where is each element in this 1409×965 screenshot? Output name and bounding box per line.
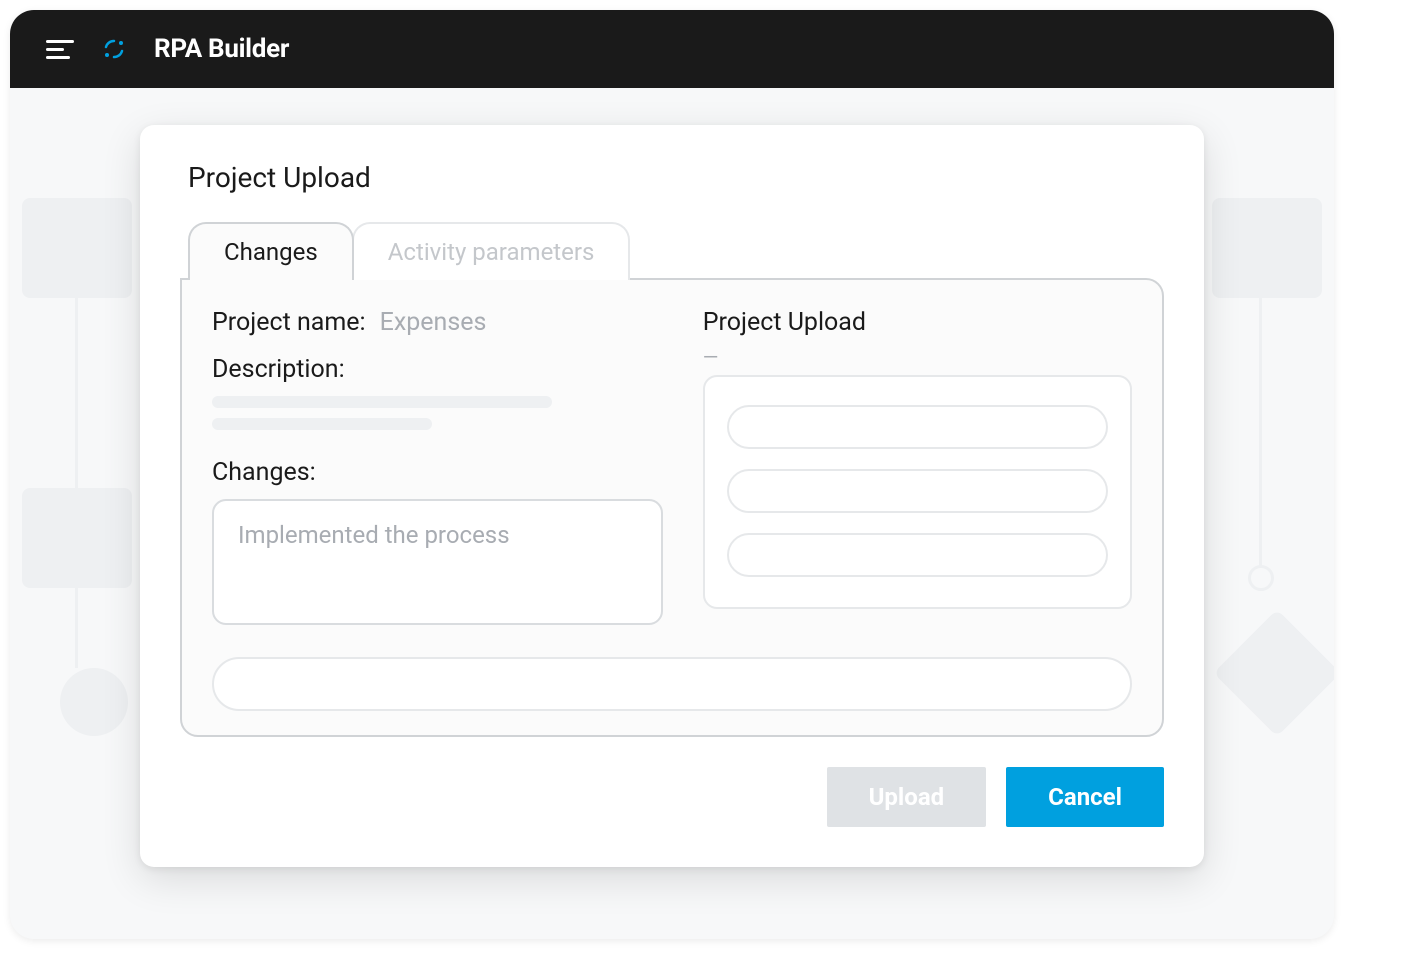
tab-changes[interactable]: Changes — [188, 222, 354, 280]
upload-button[interactable]: Upload — [827, 767, 987, 827]
description-placeholder-line — [212, 418, 432, 430]
comment-field[interactable] — [212, 657, 1132, 711]
upload-list-panel — [703, 375, 1132, 609]
bg-circle-icon — [1248, 565, 1274, 591]
right-column: Project Upload — — [703, 308, 1132, 629]
project-name-value: Expenses — [380, 308, 487, 337]
header-bar: RPA Builder — [10, 10, 1334, 88]
bg-node-icon — [22, 198, 132, 298]
bg-end-node-icon — [60, 668, 128, 736]
description-placeholder-line — [212, 396, 552, 408]
upload-item-field[interactable] — [727, 405, 1108, 449]
tab-activity-parameters[interactable]: Activity parameters — [352, 222, 631, 280]
project-name-label: Project name: — [212, 308, 366, 337]
upload-item-field[interactable] — [727, 469, 1108, 513]
cancel-button[interactable]: Cancel — [1006, 767, 1164, 827]
project-upload-dialog: Project Upload Changes Activity paramete… — [140, 125, 1204, 867]
tab-bar: Changes Activity parameters — [180, 222, 1164, 280]
bg-connector-icon — [75, 298, 78, 488]
bg-node-icon — [1212, 198, 1322, 298]
dialog-title: Project Upload — [180, 161, 1164, 194]
app-window: RPA Builder Project Upload Changes Activ… — [10, 10, 1334, 939]
changes-label: Changes: — [212, 458, 663, 487]
bg-connector-icon — [75, 588, 78, 668]
changes-textarea[interactable] — [212, 499, 663, 625]
tab-content: Project name: Expenses Description: Chan… — [180, 278, 1164, 737]
logo-icon — [102, 37, 126, 61]
right-panel-heading: Project Upload — [703, 308, 866, 337]
app-title: RPA Builder — [154, 34, 289, 64]
dash-separator-icon: — — [703, 345, 1132, 369]
left-column: Project name: Expenses Description: Chan… — [212, 308, 663, 629]
description-label: Description: — [212, 355, 663, 384]
upload-item-field[interactable] — [727, 533, 1108, 577]
bg-decision-node-icon — [1213, 609, 1334, 736]
menu-icon[interactable] — [46, 40, 74, 59]
dialog-button-row: Upload Cancel — [180, 767, 1164, 827]
bg-connector-icon — [1259, 298, 1262, 568]
bg-node-icon — [22, 488, 132, 588]
